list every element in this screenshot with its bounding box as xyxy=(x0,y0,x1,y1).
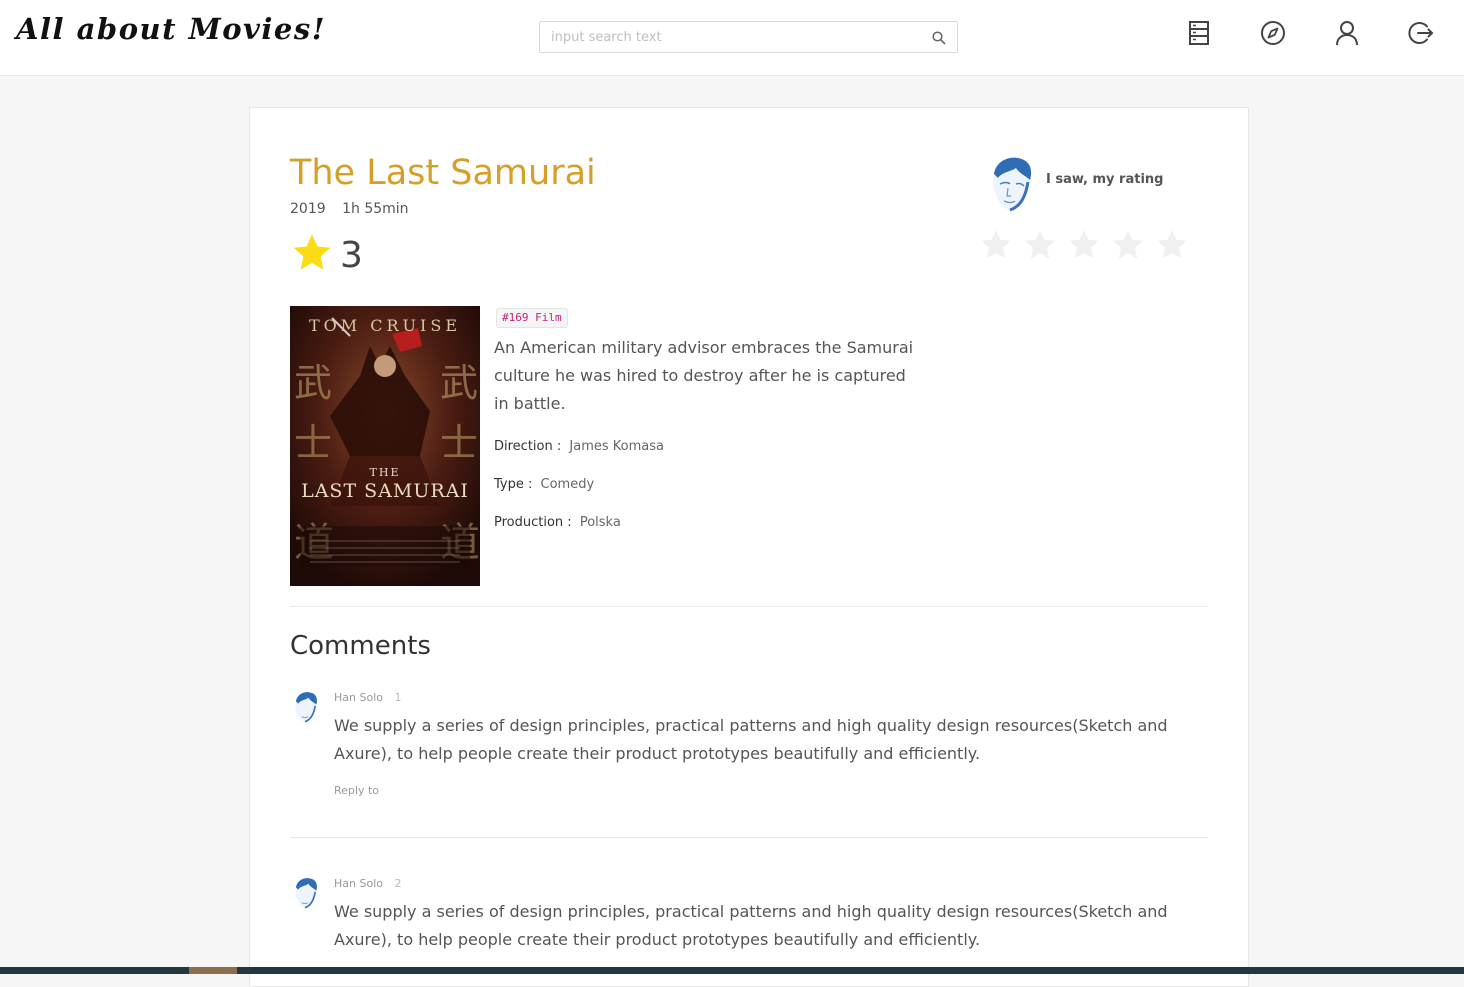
poster-title-big: LAST SAMURAI xyxy=(301,480,469,502)
section-divider xyxy=(290,606,1208,607)
comments-heading: Comments xyxy=(290,631,431,661)
comment-avatar xyxy=(295,692,317,723)
svg-text:士: 士 xyxy=(294,421,332,465)
search-input[interactable] xyxy=(540,22,920,52)
rating-star-icon xyxy=(293,234,331,270)
comment-author-name[interactable]: Han Solo xyxy=(334,691,383,704)
poster-artwork: 武 士 道 武 士 道 xyxy=(290,306,480,586)
user-avatar xyxy=(993,157,1032,212)
movie-meta: 2019 1h 55min xyxy=(290,201,421,217)
detail-value: James Komasa xyxy=(569,439,664,454)
search-box[interactable] xyxy=(539,21,958,53)
movie-detail-card: The Last Samurai 2019 1h 55min 3 I saw, … xyxy=(249,107,1249,987)
detail-label: Type : xyxy=(494,477,533,492)
bottom-taskbar-strip xyxy=(0,967,1464,974)
rating-star-2[interactable] xyxy=(1022,228,1058,262)
logout-icon[interactable] xyxy=(1406,18,1436,48)
list-icon[interactable] xyxy=(1184,18,1214,48)
detail-label: Direction : xyxy=(494,439,562,454)
movie-year: 2019 xyxy=(290,201,326,217)
svg-text:武: 武 xyxy=(440,361,478,405)
movie-poster: 武 士 道 武 士 道 TOM CRUISE THE LAST SAMURAI xyxy=(290,306,480,586)
comment-body: We supply a series of design principles,… xyxy=(334,716,1168,763)
detail-type: Type : Comedy xyxy=(494,477,594,492)
comment-author: Han Solo 2 xyxy=(334,877,401,890)
svg-text:武: 武 xyxy=(294,361,332,405)
comment-index: 2 xyxy=(394,877,402,890)
top-header: All about Movies! xyxy=(0,0,1464,76)
poster-actor-name: TOM CRUISE xyxy=(309,316,461,335)
comment-item: Han Solo 1 We supply a series of design … xyxy=(290,690,1208,810)
compass-icon[interactable] xyxy=(1258,18,1288,48)
user-icon[interactable] xyxy=(1332,18,1362,48)
comment-avatar xyxy=(295,878,317,909)
detail-direction: Direction : James Komasa xyxy=(494,439,664,454)
movie-title: The Last Samurai xyxy=(290,153,596,193)
rating-star-3[interactable] xyxy=(1066,228,1102,262)
detail-production: Production : Polska xyxy=(494,515,621,530)
comment-author-name[interactable]: Han Solo xyxy=(334,877,383,890)
svg-text:士: 士 xyxy=(440,421,478,465)
movie-duration: 1h 55min xyxy=(342,201,409,217)
my-rating-label: I saw, my rating xyxy=(1046,172,1164,187)
film-tag: #169 Film xyxy=(496,308,568,328)
comment-divider xyxy=(290,837,1208,838)
my-rating-stars[interactable] xyxy=(978,228,1190,262)
rating-star-5[interactable] xyxy=(1154,228,1190,262)
rating-star-4[interactable] xyxy=(1110,228,1146,262)
detail-value: Polska xyxy=(579,515,621,530)
poster-title-small: THE xyxy=(369,466,401,479)
comment-index: 1 xyxy=(394,691,402,704)
taskbar-item xyxy=(189,967,237,974)
detail-label: Production : xyxy=(494,515,572,530)
detail-value: Comedy xyxy=(540,477,595,492)
site-logo[interactable]: All about Movies! xyxy=(16,12,326,46)
rating-star-1[interactable] xyxy=(978,228,1014,262)
comment-author: Han Solo 1 xyxy=(334,691,401,704)
comment-item: Han Solo 2 We supply a series of design … xyxy=(290,876,1208,966)
average-rating: 3 xyxy=(340,235,363,276)
comment-body: We supply a series of design principles,… xyxy=(334,902,1168,949)
search-icon[interactable] xyxy=(931,30,947,46)
reply-button[interactable]: Reply to xyxy=(334,784,379,797)
movie-synopsis: An American military advisor embraces th… xyxy=(494,338,914,413)
